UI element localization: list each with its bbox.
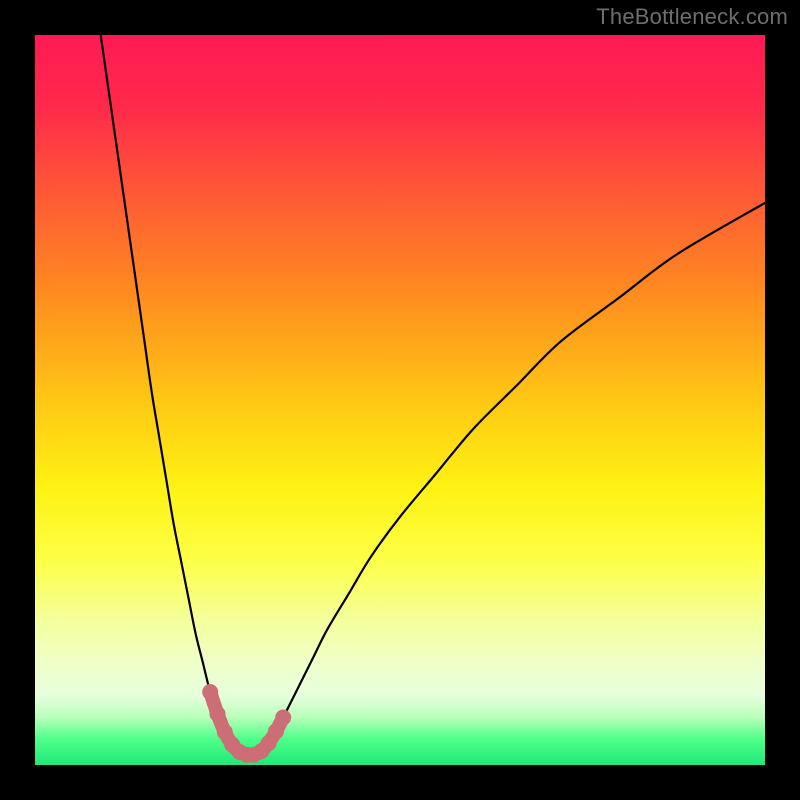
- optimal-range-dot: [202, 684, 218, 700]
- optimal-range-dot: [210, 706, 226, 722]
- watermark-text: TheBottleneck.com: [596, 4, 788, 30]
- gradient-background: [35, 35, 765, 765]
- plot-area: [35, 35, 765, 765]
- chart-svg: [35, 35, 765, 765]
- optimal-range-dot: [275, 710, 291, 726]
- chart-frame: TheBottleneck.com: [0, 0, 800, 800]
- optimal-range-dot: [268, 723, 284, 739]
